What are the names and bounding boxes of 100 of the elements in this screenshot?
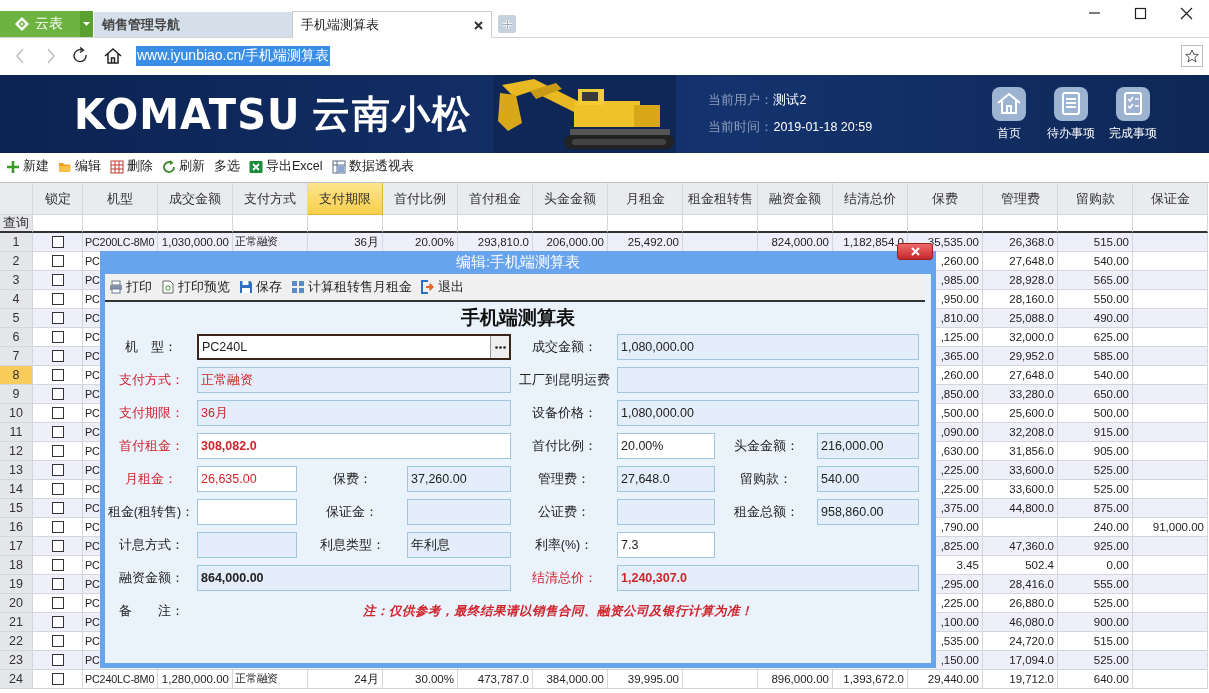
input-field[interactable]: 1,080,000.00 [617,400,919,426]
row-header[interactable]: 3 [0,271,33,290]
row-header[interactable]: 9 [0,385,33,404]
input-field[interactable] [197,532,297,558]
row-header[interactable]: 19 [0,575,33,594]
row-header[interactable]: 7 [0,347,33,366]
dropdown-button[interactable] [80,11,93,37]
row-header[interactable]: 17 [0,537,33,556]
toolbar-button[interactable]: 保存 [239,278,282,296]
row-header[interactable]: 12 [0,442,33,461]
input-field[interactable]: 958,860.00 [817,499,919,525]
input-field[interactable]: 308,082.0 [197,433,511,459]
checkbox[interactable] [51,274,64,286]
checkbox[interactable] [51,331,64,343]
checkbox[interactable] [51,483,64,495]
column-header[interactable]: 锁定 [33,183,83,215]
checkbox[interactable] [51,673,64,685]
input-field[interactable]: 37,260.00 [407,466,511,492]
column-header[interactable]: 结清总价 [833,183,908,215]
toolbar-button[interactable]: 删除 [110,158,153,175]
checkbox[interactable] [51,426,64,438]
row-header[interactable]: 10 [0,404,33,423]
column-header[interactable]: 首付比例 [383,183,458,215]
input-field[interactable] [197,499,297,525]
checkbox[interactable] [51,616,64,628]
column-header[interactable]: 融资金额 [758,183,833,215]
input-field[interactable]: 26,635.00 [197,466,297,492]
row-header[interactable]: 8 [0,366,33,385]
checkbox[interactable] [51,597,64,609]
row-header[interactable]: 21 [0,613,33,632]
checkbox[interactable] [51,464,64,476]
column-header[interactable]: 首付租金 [458,183,533,215]
row-header[interactable]: 20 [0,594,33,613]
checkbox[interactable] [51,236,64,248]
row-header[interactable]: 13 [0,461,33,480]
toolbar-button[interactable]: 编辑 [58,158,101,175]
column-header[interactable]: 保证金 [1133,183,1208,215]
checkbox[interactable] [51,635,64,647]
toolbar-button[interactable]: 刷新 [162,158,205,175]
checkbox[interactable] [51,312,64,324]
column-header[interactable]: 月租金 [608,183,683,215]
row-header[interactable]: 5 [0,309,33,328]
input-field[interactable] [407,499,511,525]
toolbar-button[interactable]: 计算租转售月租金 [291,278,412,296]
row-header[interactable]: 18 [0,556,33,575]
row-header[interactable]: 2 [0,252,33,271]
nav-button[interactable]: 完成事项 [1105,86,1161,142]
checkbox[interactable] [51,293,64,305]
column-header[interactable]: 头金金额 [533,183,608,215]
input-field[interactable]: 216,000.00 [817,433,919,459]
column-header[interactable]: 支付期限 [308,183,383,215]
checkbox[interactable] [51,388,64,400]
input-field[interactable] [617,367,919,393]
row-header[interactable]: 14 [0,480,33,499]
toolbar-button[interactable]: 多选 [214,158,240,175]
checkbox[interactable] [51,407,64,419]
nav-button[interactable] [103,45,122,66]
row-header[interactable]: 1 [0,233,33,252]
checkbox[interactable] [51,521,64,533]
browser-tab[interactable]: 销售管理导航 [94,12,292,37]
input-field[interactable]: 864,000.00 [197,565,511,591]
input-field[interactable]: 正常融资 [197,367,511,393]
input-field[interactable]: 27,648.0 [617,466,715,492]
checkbox[interactable] [51,578,64,590]
column-header[interactable]: 留购款 [1058,183,1133,215]
checkbox[interactable] [51,350,64,362]
input-field[interactable] [617,499,715,525]
checkbox[interactable] [51,559,64,571]
toolbar-button[interactable]: 数据透视表 [331,158,414,175]
checkbox[interactable] [51,445,64,457]
column-header[interactable]: 成交金额 [158,183,233,215]
row-header[interactable]: 15 [0,499,33,518]
checkbox[interactable] [51,654,64,666]
input-field[interactable]: 年利息 [407,532,511,558]
input-field[interactable]: 36月 [197,400,511,426]
nav-button[interactable]: 待办事项 [1043,86,1099,142]
checkbox[interactable] [51,502,64,514]
toolbar-button[interactable]: 退出 [421,278,464,296]
row-header[interactable]: 23 [0,651,33,670]
ellipsis-button[interactable] [490,336,509,358]
row-header[interactable]: 16 [0,518,33,537]
checkbox[interactable] [51,540,64,552]
row-header[interactable]: 4 [0,290,33,309]
row-header[interactable]: 22 [0,632,33,651]
checkbox[interactable] [51,255,64,267]
toolbar-button[interactable]: 打印预览 [161,278,230,296]
bookmark-button[interactable] [1181,44,1203,67]
input-field[interactable]: 1,080,000.00 [617,334,919,360]
input-field[interactable]: 540.00 [817,466,919,492]
column-header[interactable]: 支付方式 [233,183,308,215]
toolbar-button[interactable]: 新建 [6,158,49,175]
column-header[interactable]: 管理费 [983,183,1058,215]
checkbox[interactable] [51,369,64,381]
input-field[interactable]: 7.3 [617,532,715,558]
browser-tab[interactable]: 手机端测算表 [292,11,492,38]
nav-button[interactable]: 首页 [981,86,1037,142]
input-field[interactable]: 20.00% [617,433,715,459]
column-header[interactable]: 保费 [908,183,983,215]
column-header[interactable]: 租金租转售 [683,183,758,215]
row-header[interactable]: 11 [0,423,33,442]
